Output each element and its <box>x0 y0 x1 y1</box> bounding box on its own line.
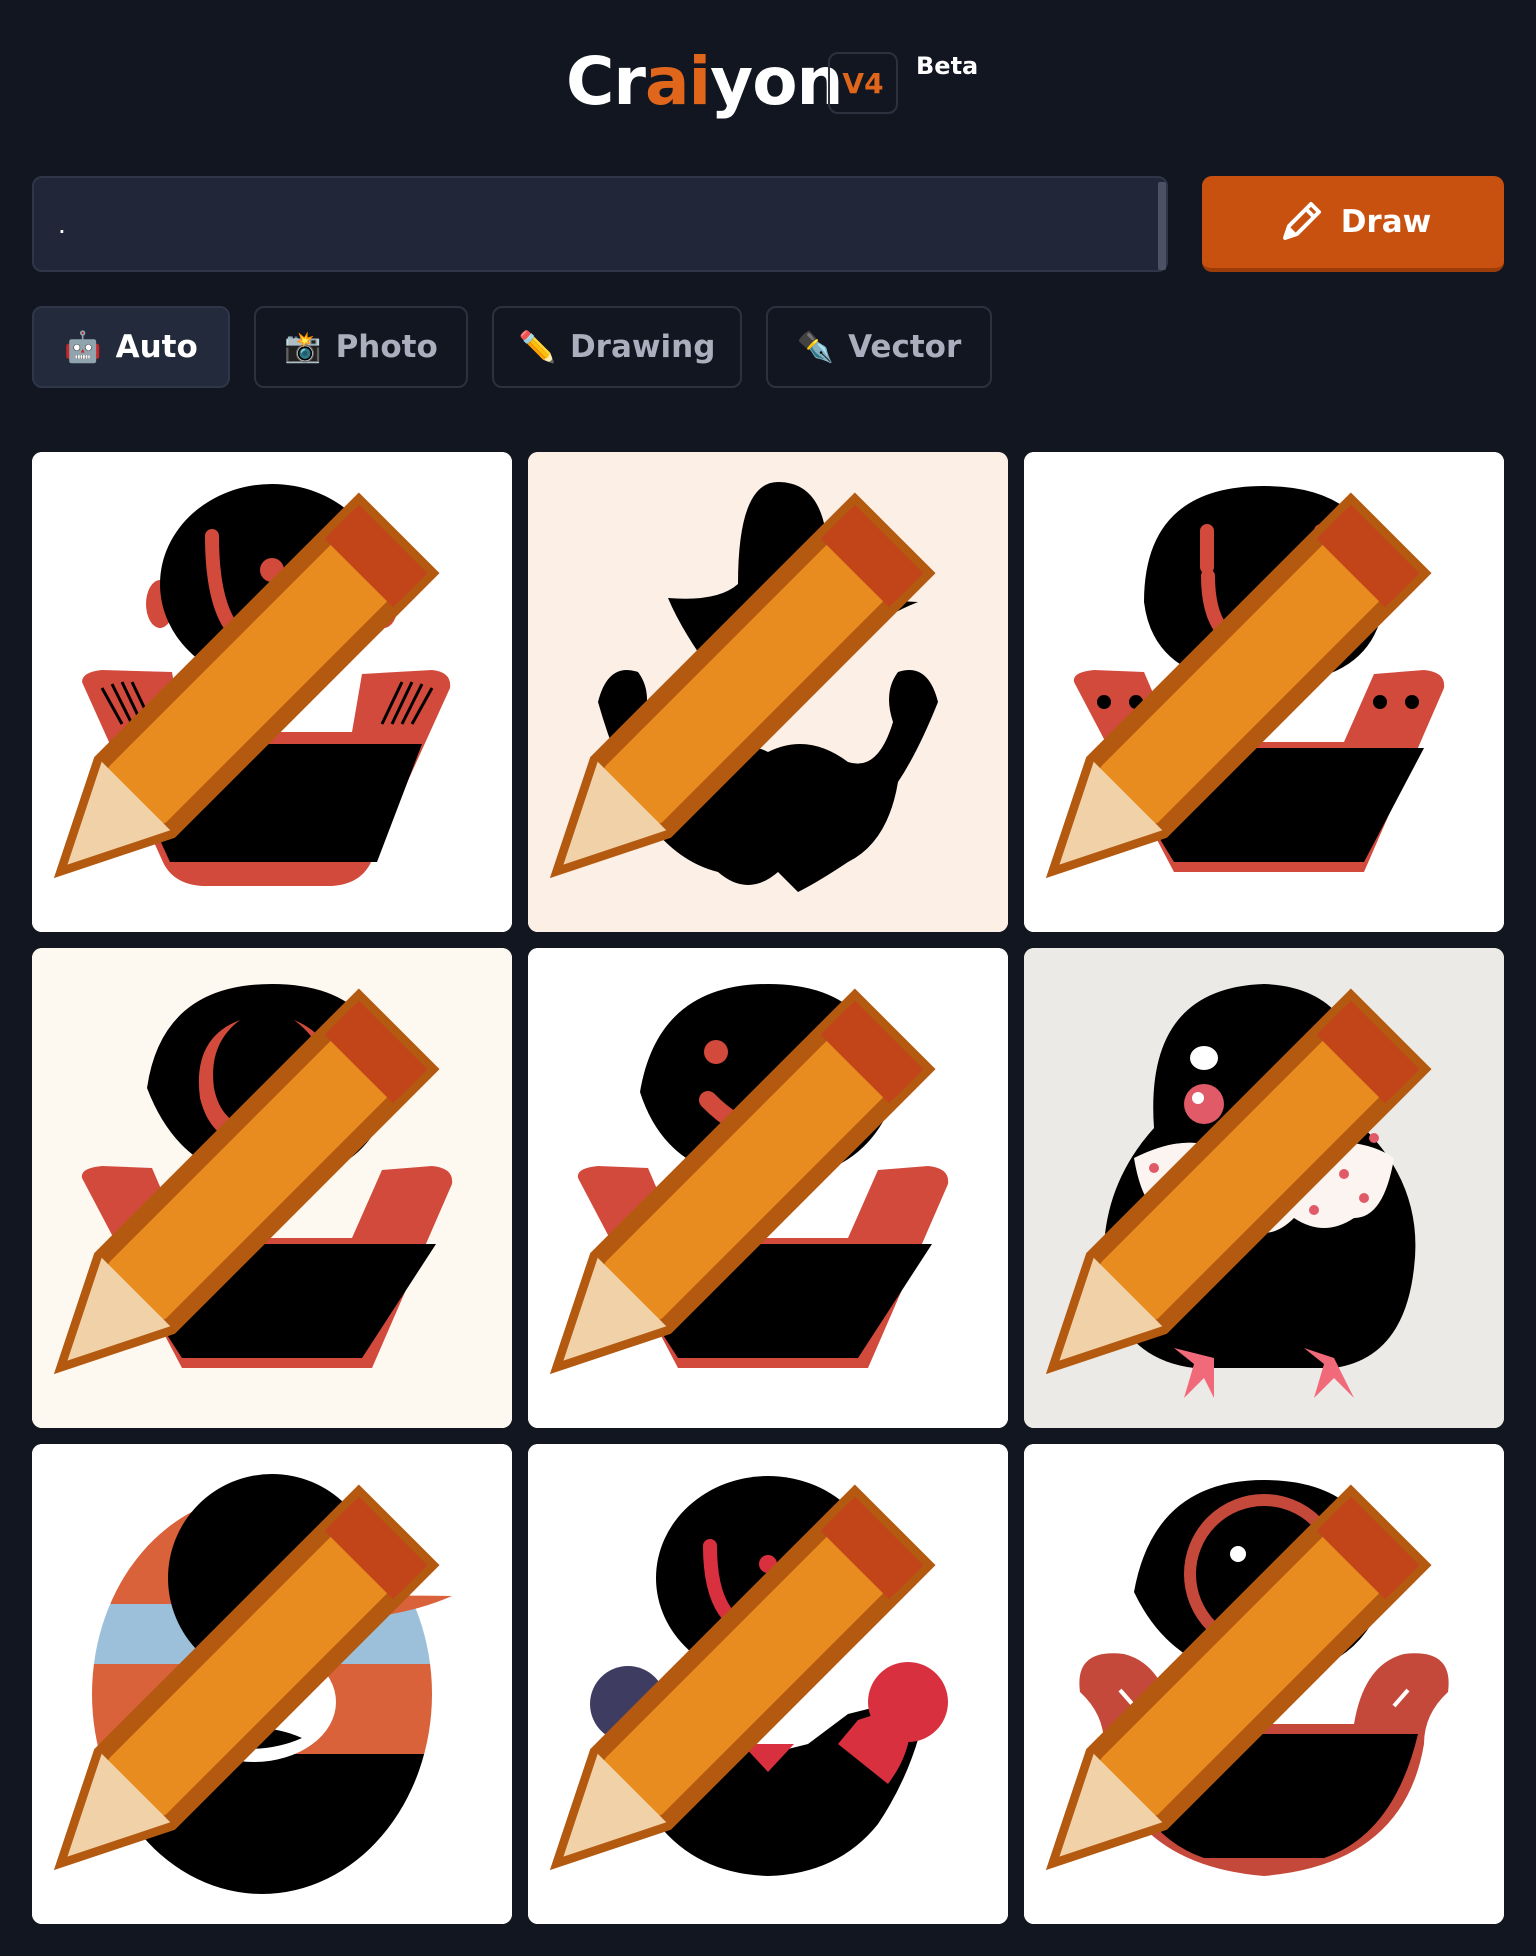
style-auto-label: Auto <box>115 329 198 365</box>
camera-flash-icon: 📸 <box>284 329 322 365</box>
pencil-icon[interactable] <box>1024 948 1488 1412</box>
pencil-icon[interactable] <box>528 452 992 916</box>
pencil-icon[interactable] <box>32 452 496 916</box>
beta-label: Beta <box>916 52 979 80</box>
pencil-emoji-icon: ✏️ <box>518 329 556 365</box>
style-photo-button[interactable]: 📸 Photo <box>254 306 468 388</box>
version-badge: V4 <box>828 52 898 114</box>
gallery-image-5[interactable] <box>528 948 1008 1428</box>
style-vector-label: Vector <box>848 329 962 365</box>
pencil-icon[interactable] <box>528 1444 992 1908</box>
pencil-icon[interactable] <box>528 948 992 1412</box>
gallery-image-6[interactable] <box>1024 948 1504 1428</box>
style-drawing-label: Drawing <box>569 329 716 365</box>
prompt-scrollbar[interactable] <box>1158 182 1166 270</box>
draw-button-label: Draw <box>1340 204 1432 240</box>
pencil-icon <box>1282 202 1321 240</box>
gallery-image-7[interactable] <box>32 1444 512 1924</box>
logo[interactable]: Craiyon <box>566 38 844 126</box>
prompt-value: . <box>58 208 66 239</box>
style-photo-label: Photo <box>335 329 438 365</box>
pen-nib-icon: ✒️ <box>796 329 835 365</box>
style-auto-button[interactable]: 🤖 Auto <box>32 306 230 388</box>
gallery-image-8[interactable] <box>528 1444 1008 1924</box>
pencil-icon[interactable] <box>1024 452 1488 916</box>
pencil-icon[interactable] <box>1024 1444 1488 1908</box>
gallery-image-9[interactable] <box>1024 1444 1504 1924</box>
draw-button[interactable]: Draw <box>1202 176 1504 272</box>
gallery-image-2[interactable] <box>528 452 1008 932</box>
header: Craiyon V4 Beta <box>0 0 1536 160</box>
style-vector-button[interactable]: ✒️ Vector <box>766 306 992 388</box>
pencil-icon[interactable] <box>32 948 496 1412</box>
gallery-image-1[interactable] <box>32 452 512 932</box>
gallery-image-4[interactable] <box>32 948 512 1428</box>
gallery-image-3[interactable] <box>1024 452 1504 932</box>
robot-icon: 🤖 <box>64 329 102 365</box>
pencil-icon[interactable] <box>32 1444 496 1908</box>
prompt-input[interactable]: . <box>32 176 1168 272</box>
style-drawing-button[interactable]: ✏️ Drawing <box>492 306 742 388</box>
